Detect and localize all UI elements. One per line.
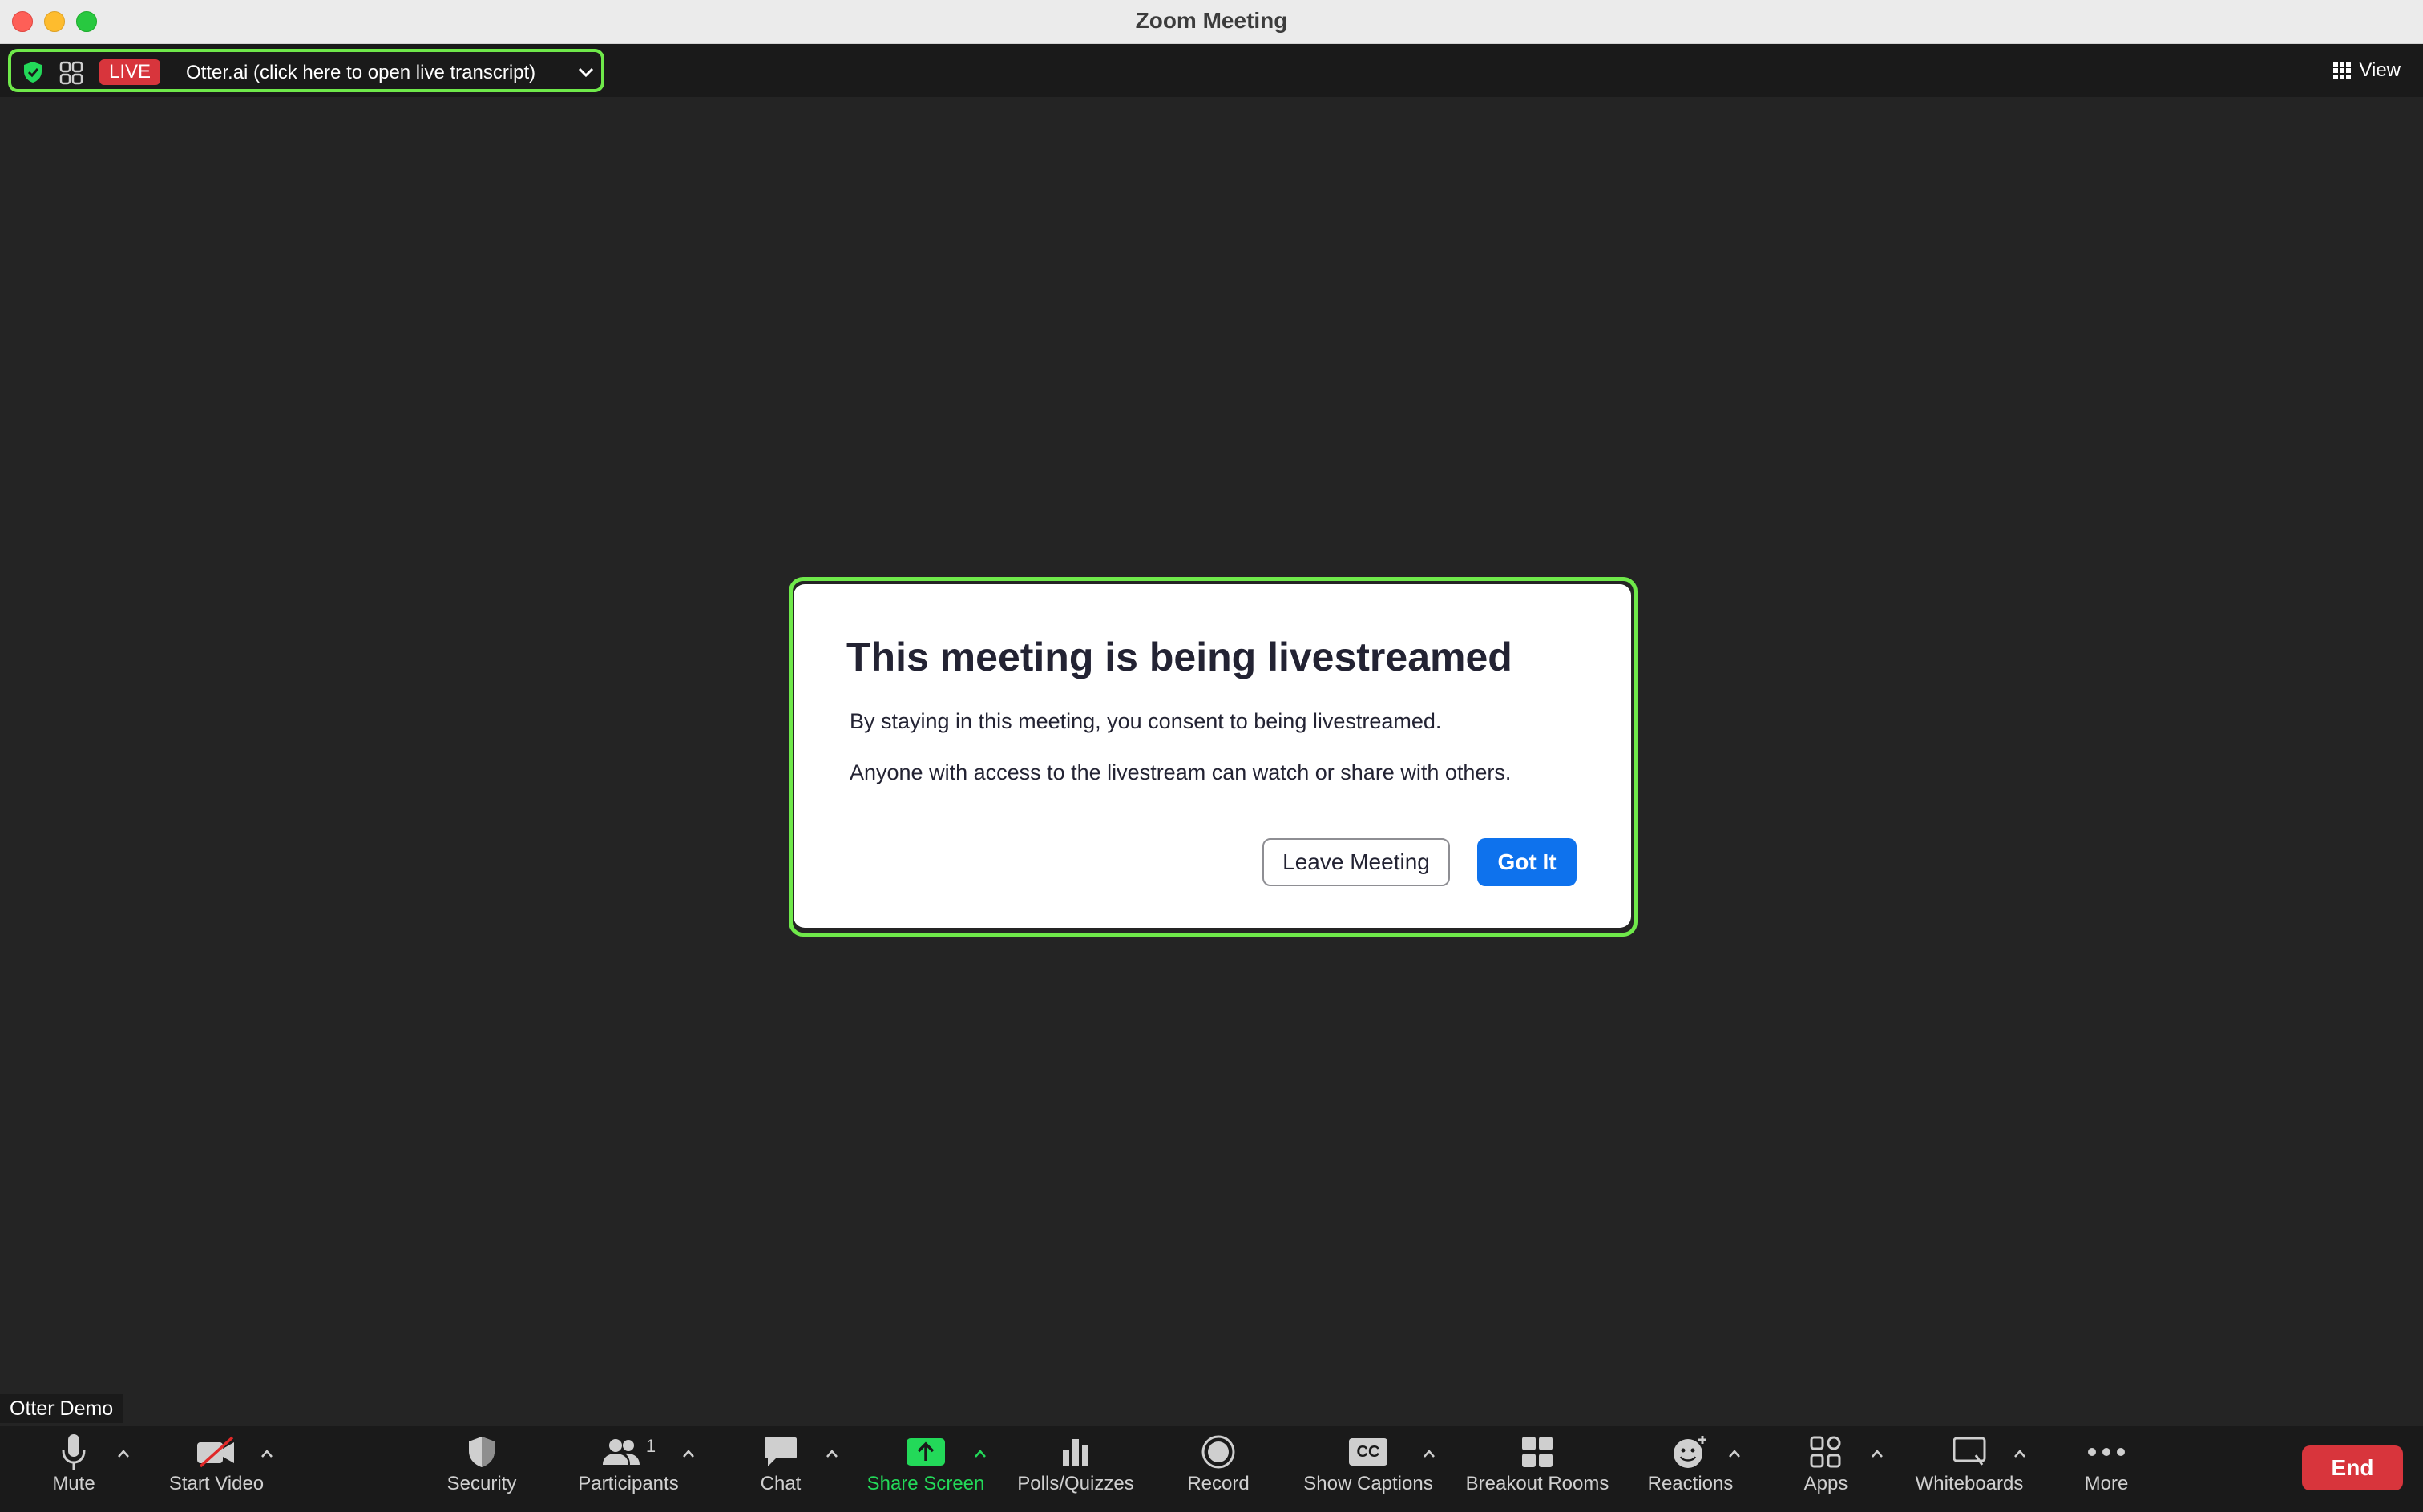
apps-icon bbox=[1810, 1436, 1841, 1468]
participants-count: 1 bbox=[645, 1436, 656, 1456]
chevron-down-icon[interactable] bbox=[577, 66, 595, 79]
participants-icon bbox=[602, 1439, 640, 1465]
reactions-icon bbox=[1674, 1436, 1706, 1468]
chat-button[interactable]: Chat bbox=[753, 1431, 808, 1508]
more-dots-icon bbox=[2088, 1448, 2125, 1456]
shield-icon bbox=[469, 1437, 495, 1467]
whiteboards-button[interactable]: Whiteboards bbox=[1908, 1431, 2031, 1508]
polls-quizzes-label: Polls/Quizzes bbox=[1017, 1473, 1134, 1494]
reactions-options-caret-icon[interactable] bbox=[1728, 1449, 1741, 1458]
livestream-dialog: This meeting is being livestreamed By st… bbox=[794, 584, 1631, 928]
apps-options-caret-icon[interactable] bbox=[1871, 1449, 1884, 1458]
chat-icon bbox=[765, 1437, 797, 1466]
view-button[interactable]: View bbox=[2333, 59, 2401, 82]
closed-captions-icon: CC bbox=[1349, 1438, 1387, 1466]
start-video-label: Start Video bbox=[168, 1473, 265, 1494]
end-meeting-button[interactable]: End bbox=[2302, 1445, 2403, 1490]
live-badge: LIVE bbox=[99, 59, 160, 85]
captions-options-caret-icon[interactable] bbox=[1423, 1449, 1436, 1458]
whiteboards-label: Whiteboards bbox=[1915, 1473, 2024, 1494]
share-screen-button[interactable]: Share Screen bbox=[862, 1431, 989, 1508]
whiteboard-icon bbox=[1953, 1437, 1986, 1466]
dialog-access-text: Anyone with access to the livestream can… bbox=[850, 760, 1512, 784]
mute-label: Mute bbox=[52, 1473, 95, 1494]
window-titlebar: Zoom Meeting bbox=[0, 0, 2423, 44]
live-transcript-banner[interactable]: LIVE Otter.ai (click here to open live t… bbox=[8, 49, 604, 92]
meeting-toolbar: Mute Start Video Security 1 Participants… bbox=[0, 1426, 2423, 1512]
participant-name-tag: Otter Demo bbox=[0, 1394, 123, 1423]
window-title: Zoom Meeting bbox=[1135, 8, 1288, 33]
meeting-topbar: LIVE Otter.ai (click here to open live t… bbox=[0, 44, 2423, 97]
chat-label: Chat bbox=[760, 1473, 802, 1494]
mute-button[interactable]: Mute bbox=[42, 1431, 106, 1508]
leave-meeting-button[interactable]: Leave Meeting bbox=[1262, 838, 1450, 886]
share-screen-label: Share Screen bbox=[866, 1473, 985, 1494]
whiteboards-options-caret-icon[interactable] bbox=[2013, 1449, 2026, 1458]
view-grid-icon bbox=[2333, 62, 2352, 79]
share-options-caret-icon[interactable] bbox=[974, 1449, 987, 1458]
microphone-icon bbox=[62, 1434, 86, 1470]
record-button[interactable]: Record bbox=[1178, 1431, 1258, 1508]
apps-button[interactable]: Apps bbox=[1794, 1431, 1858, 1508]
dialog-consent-text: By staying in this meeting, you consent … bbox=[850, 709, 1442, 733]
shield-check-icon[interactable] bbox=[22, 61, 43, 83]
more-button[interactable]: More bbox=[2076, 1431, 2137, 1508]
video-options-caret-icon[interactable] bbox=[260, 1449, 273, 1458]
reactions-button[interactable]: Reactions bbox=[1643, 1431, 1738, 1508]
dialog-title: This meeting is being livestreamed bbox=[846, 635, 1512, 679]
show-captions-button[interactable]: CC Show Captions bbox=[1298, 1431, 1438, 1508]
reactions-label: Reactions bbox=[1647, 1473, 1734, 1494]
otter-transcript-link[interactable]: Otter.ai (click here to open live transc… bbox=[186, 62, 535, 84]
participants-label: Participants bbox=[578, 1473, 679, 1494]
apps-label: Apps bbox=[1803, 1473, 1848, 1494]
video-off-icon bbox=[197, 1436, 234, 1468]
security-label: Security bbox=[446, 1473, 517, 1494]
start-video-button[interactable]: Start Video bbox=[160, 1431, 273, 1508]
mute-options-caret-icon[interactable] bbox=[117, 1449, 130, 1458]
breakout-rooms-label: Breakout Rooms bbox=[1465, 1473, 1609, 1494]
polls-quizzes-button[interactable]: Polls/Quizzes bbox=[1012, 1431, 1140, 1508]
grid-icon[interactable] bbox=[59, 61, 83, 85]
bar-chart-icon bbox=[1063, 1439, 1088, 1466]
record-label: Record bbox=[1187, 1473, 1250, 1494]
security-button[interactable]: Security bbox=[439, 1431, 524, 1508]
share-screen-icon bbox=[907, 1438, 945, 1466]
show-captions-label: Show Captions bbox=[1303, 1473, 1433, 1494]
view-label: View bbox=[2359, 59, 2401, 81]
more-label: More bbox=[2084, 1473, 2129, 1494]
breakout-rooms-icon bbox=[1522, 1437, 1553, 1467]
participants-button[interactable]: 1 Participants bbox=[572, 1431, 684, 1508]
record-icon bbox=[1201, 1435, 1235, 1469]
participants-options-caret-icon[interactable] bbox=[682, 1449, 695, 1458]
chat-options-caret-icon[interactable] bbox=[826, 1449, 838, 1458]
breakout-rooms-button[interactable]: Breakout Rooms bbox=[1460, 1431, 1614, 1508]
got-it-button[interactable]: Got It bbox=[1477, 838, 1577, 886]
